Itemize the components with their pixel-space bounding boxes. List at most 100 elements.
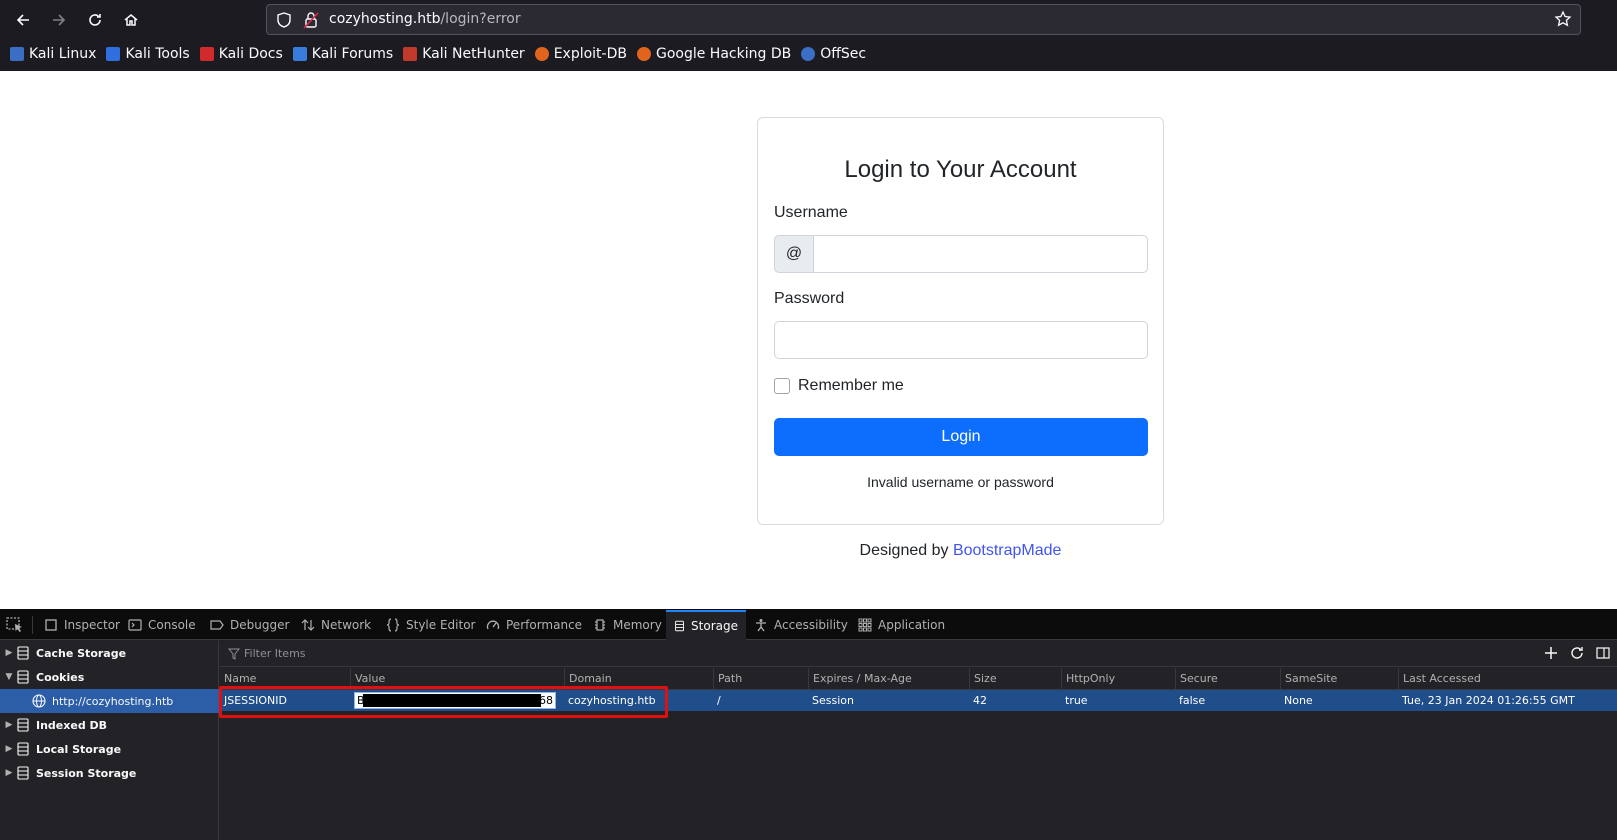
- cookie-last-accessed[interactable]: Tue, 23 Jan 2024 01:26:55 GMT: [1398, 690, 1617, 711]
- column-last-accessed[interactable]: Last Accessed: [1398, 668, 1617, 690]
- column-name[interactable]: Name: [220, 668, 349, 690]
- tab-performance[interactable]: Performance: [478, 610, 590, 640]
- database-icon: [17, 766, 29, 780]
- page-content: Login to Your Account Username @ Passwor…: [0, 71, 1617, 609]
- url-host: cozyhosting.htb: [329, 11, 441, 27]
- sidebar-item-cache-storage[interactable]: ▶ Cache Storage: [0, 641, 219, 665]
- column-size[interactable]: Size: [969, 668, 1061, 690]
- globe-icon: [32, 694, 46, 708]
- url-text[interactable]: cozyhosting.htb/login?error: [329, 11, 521, 27]
- collapse-arrow-icon[interactable]: ▼: [2, 672, 16, 682]
- sidebar-item-cookies-origin[interactable]: http://cozyhosting.htb: [0, 689, 219, 713]
- google-hacking-db-icon: [636, 47, 651, 61]
- tab-separator: [32, 616, 33, 634]
- login-title: Login to Your Account: [844, 156, 1077, 183]
- bookmark-kali-nethunter[interactable]: Kali NetHunter: [403, 46, 525, 62]
- url-path: /login?error: [440, 11, 521, 27]
- credits-prefix: Designed by: [859, 542, 953, 559]
- column-value[interactable]: Value: [350, 668, 564, 690]
- tab-console[interactable]: Console: [120, 610, 204, 640]
- column-domain[interactable]: Domain: [564, 668, 713, 690]
- expand-arrow-icon[interactable]: ▶: [2, 720, 16, 730]
- table-row[interactable]: JSESSIONID B4 68 cozyhosting.htb / Sessi…: [220, 690, 1617, 711]
- reload-button[interactable]: [80, 8, 110, 32]
- debugger-icon: [210, 620, 224, 630]
- tab-application[interactable]: Application: [850, 610, 953, 640]
- tab-accessibility[interactable]: Accessibility: [746, 610, 856, 640]
- username-label: Username: [774, 204, 848, 221]
- bookmark-kali-linux[interactable]: Kali Linux: [10, 46, 96, 62]
- cookie-samesite[interactable]: None: [1280, 690, 1398, 711]
- cookie-expires[interactable]: Session: [808, 690, 969, 711]
- username-input[interactable]: [813, 235, 1148, 273]
- cookie-name[interactable]: JSESSIONID: [220, 690, 349, 711]
- cookie-value-redacted[interactable]: B4 68: [354, 692, 556, 709]
- database-icon: [17, 670, 29, 684]
- kali-forums-icon: [292, 47, 307, 61]
- url-bar[interactable]: cozyhosting.htb/login?error: [266, 4, 1581, 35]
- tab-inspector[interactable]: Inspector: [36, 610, 128, 640]
- bookmark-kali-docs[interactable]: Kali Docs: [199, 46, 283, 62]
- browser-chrome: cozyhosting.htb/login?error Kali Linux K…: [0, 0, 1617, 71]
- shield-icon[interactable]: [275, 11, 293, 29]
- style-editor-icon: [386, 618, 400, 632]
- forward-button[interactable]: [44, 8, 74, 32]
- sidebar-item-local-storage[interactable]: ▶ Local Storage: [0, 737, 219, 761]
- accessibility-icon: [756, 619, 766, 632]
- console-icon: [128, 619, 142, 631]
- inspector-icon: [45, 619, 57, 631]
- bookmark-google-hacking-db[interactable]: Google Hacking DB: [636, 46, 791, 62]
- insecure-lock-icon[interactable]: [303, 11, 319, 29]
- remember-me[interactable]: Remember me: [774, 377, 904, 395]
- cookie-secure[interactable]: false: [1175, 690, 1280, 711]
- expand-arrow-icon[interactable]: ▶: [2, 648, 16, 658]
- cookie-path[interactable]: /: [713, 690, 808, 711]
- cookie-domain[interactable]: cozyhosting.htb: [564, 690, 713, 711]
- bookmark-kali-tools[interactable]: Kali Tools: [106, 46, 190, 62]
- login-button[interactable]: Login: [774, 418, 1148, 456]
- sidebar-item-session-storage[interactable]: ▶ Session Storage: [0, 761, 219, 785]
- sidebar-item-indexed-db[interactable]: ▶ Indexed DB: [0, 713, 219, 737]
- refresh-icon[interactable]: [1569, 645, 1585, 661]
- username-input-group: @: [774, 235, 1148, 273]
- bookmark-star-icon[interactable]: [1554, 10, 1572, 28]
- expand-arrow-icon[interactable]: ▶: [2, 768, 16, 778]
- exploit-db-icon: [534, 47, 549, 61]
- application-grid-icon: [858, 618, 872, 632]
- storage-icon: [675, 620, 684, 632]
- element-picker-icon[interactable]: [6, 617, 24, 633]
- add-item-icon[interactable]: [1543, 645, 1559, 661]
- database-icon: [17, 718, 29, 732]
- filter-items-input[interactable]: Filter Items: [244, 647, 306, 660]
- arrow-right-icon: [53, 14, 66, 26]
- home-button[interactable]: [116, 8, 146, 32]
- bootstrapmade-link[interactable]: BootstrapMade: [953, 542, 1062, 559]
- tab-style-editor[interactable]: Style Editor: [378, 610, 483, 640]
- column-expires[interactable]: Expires / Max-Age: [808, 668, 969, 690]
- database-icon: [17, 742, 29, 756]
- bookmark-kali-forums[interactable]: Kali Forums: [292, 46, 393, 62]
- column-secure[interactable]: Secure: [1175, 668, 1280, 690]
- toggle-sidebar-icon[interactable]: [1595, 645, 1611, 661]
- tab-memory[interactable]: Memory: [585, 610, 670, 640]
- cookie-size[interactable]: 42: [969, 690, 1061, 711]
- sidebar-item-cookies[interactable]: ▼ Cookies: [0, 665, 219, 689]
- tab-storage[interactable]: Storage: [666, 610, 746, 640]
- password-label: Password: [774, 290, 845, 307]
- memory-icon: [595, 619, 605, 631]
- cookie-httponly[interactable]: true: [1061, 690, 1175, 711]
- remember-me-checkbox[interactable]: [774, 378, 790, 394]
- bookmark-offsec[interactable]: OffSec: [801, 46, 866, 62]
- column-path[interactable]: Path: [713, 668, 808, 690]
- password-input[interactable]: [774, 321, 1148, 359]
- expand-arrow-icon[interactable]: ▶: [2, 744, 16, 754]
- login-card: Login to Your Account Username @ Passwor…: [757, 117, 1164, 525]
- tab-debugger[interactable]: Debugger: [202, 610, 297, 640]
- back-button[interactable]: [8, 8, 38, 32]
- cookie-value-end: 68: [539, 694, 553, 707]
- column-httponly[interactable]: HttpOnly: [1061, 668, 1175, 690]
- column-samesite[interactable]: SameSite: [1280, 668, 1398, 690]
- tab-network[interactable]: Network: [293, 610, 379, 640]
- bookmark-exploit-db[interactable]: Exploit-DB: [534, 46, 627, 62]
- remember-me-label[interactable]: Remember me: [798, 377, 904, 395]
